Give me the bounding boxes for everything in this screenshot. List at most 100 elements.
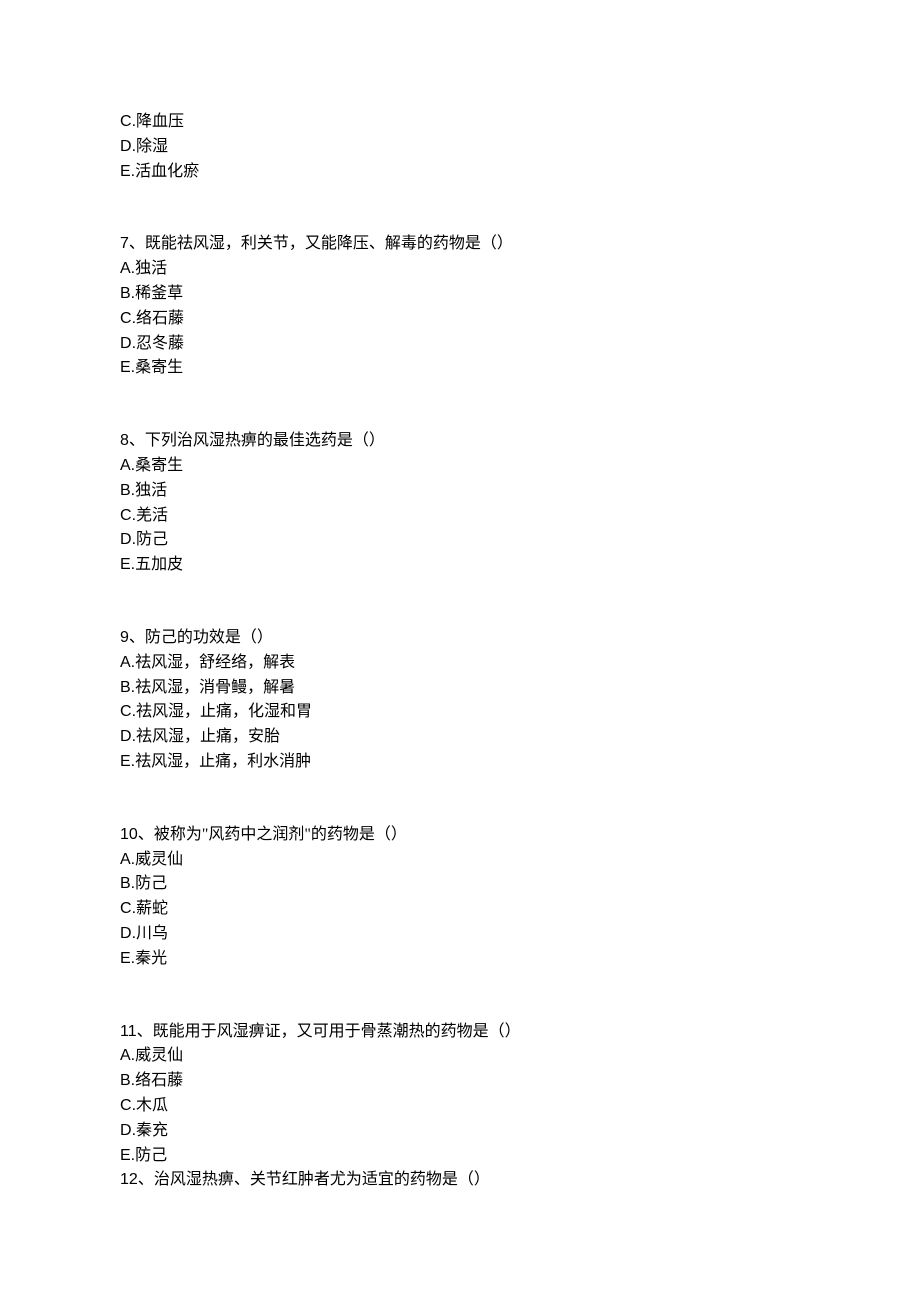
option-letter: D (120, 925, 132, 942)
option-text: 独活 (135, 482, 167, 499)
option-text: 祛风湿，舒经络，解表 (135, 654, 295, 671)
option: C.木瓜 (120, 1094, 920, 1119)
option-letter: E (120, 950, 131, 967)
option-text: 忍冬藤 (136, 335, 184, 352)
option-letter: C (120, 1097, 132, 1114)
option-letter: B (120, 679, 131, 696)
question-block: 7、既能祛风湿，利关节，又能降压、解毒的药物是（）A.独活B.稀釜草C.络石藤D… (120, 232, 920, 381)
separator: 、 (129, 235, 145, 252)
option-letter: C (120, 113, 132, 130)
option-letter: D (120, 335, 132, 352)
option: C.羌活 (120, 504, 920, 529)
question-text: 既能祛风湿，利关节，又能降压、解毒的药物是（） (145, 235, 513, 252)
option-letter: D (120, 531, 132, 548)
option-letter: A (120, 260, 131, 277)
option-letter: C (120, 703, 132, 720)
question-number: 8 (120, 432, 129, 449)
option-letter: A (120, 457, 131, 474)
option-text: 除湿 (136, 138, 168, 155)
option-text: 桑寄生 (135, 457, 183, 474)
option: B.防己 (120, 872, 920, 897)
option-letter: B (120, 875, 131, 892)
option-letter: E (120, 1147, 131, 1164)
option: D.忍冬藤 (120, 332, 920, 357)
question-number: 7 (120, 235, 129, 252)
option-letter: B (120, 285, 131, 302)
option-letter: E (120, 556, 131, 573)
option-text: 羌活 (136, 507, 168, 524)
option: D.川乌 (120, 922, 920, 947)
question-number: 10 (120, 826, 138, 843)
option-text: 防己 (135, 875, 167, 892)
option-letter: E (120, 753, 131, 770)
option-letter: E (120, 163, 131, 180)
option-text: 秦光 (135, 950, 167, 967)
questions-container: 7、既能祛风湿，利关节，又能降压、解毒的药物是（）A.独活B.稀釜草C.络石藤D… (120, 232, 920, 1168)
option: E.防己 (120, 1144, 920, 1169)
option-text: 祛风湿，消骨鳗，解暑 (135, 679, 295, 696)
question-stem: 12、治风湿热痹、关节红肿者尤为适宜的药物是（） (120, 1168, 920, 1193)
option: D.除湿 (120, 135, 920, 160)
option-text: 木瓜 (136, 1097, 168, 1114)
option-text: 威灵仙 (135, 851, 183, 868)
option: E.五加皮 (120, 553, 920, 578)
option: D.祛风湿，止痛，安胎 (120, 725, 920, 750)
option: D.秦充 (120, 1119, 920, 1144)
question-block: 8、下列治风湿热痹的最佳选药是（）A.桑寄生B.独活C.羌活D.防己E.五加皮 (120, 429, 920, 578)
option: B.络石藤 (120, 1069, 920, 1094)
option-text: 祛风湿，止痛，利水消肿 (135, 753, 311, 770)
option: C.祛风湿，止痛，化湿和胃 (120, 700, 920, 725)
question-text: 既能用于风湿痹证，又可用于骨蒸潮热的药物是（） (153, 1023, 521, 1040)
option-text: 络石藤 (136, 310, 184, 327)
option-letter: E (120, 359, 131, 376)
option-letter: A (120, 851, 131, 868)
option-letter: D (120, 1122, 132, 1139)
question-block: 9、防己的功效是（）A.祛风湿，舒经络，解表B.祛风湿，消骨鳗，解暑C.祛风湿，… (120, 626, 920, 775)
option: A.独活 (120, 257, 920, 282)
separator: 、 (137, 1023, 153, 1040)
option: C.薪蛇 (120, 897, 920, 922)
option: C.降血压 (120, 110, 920, 135)
question-block: 11、既能用于风湿痹证，又可用于骨蒸潮热的药物是（）A.威灵仙B.络石藤C.木瓜… (120, 1020, 920, 1169)
option-text: 威灵仙 (135, 1047, 183, 1064)
separator: 、 (138, 1171, 154, 1188)
option-text: 降血压 (136, 113, 184, 130)
option-text: 稀釜草 (135, 285, 183, 302)
option-letter: A (120, 654, 131, 671)
question-stem: 9、防己的功效是（） (120, 626, 920, 651)
option-letter: C (120, 310, 132, 327)
option-text: 祛风湿，止痛，安胎 (136, 728, 280, 745)
option-text: 防己 (136, 531, 168, 548)
question-stem: 7、既能祛风湿，利关节，又能降压、解毒的药物是（） (120, 232, 920, 257)
option: E.祛风湿，止痛，利水消肿 (120, 750, 920, 775)
option: E.秦光 (120, 947, 920, 972)
option: A.威灵仙 (120, 848, 920, 873)
option: C.络石藤 (120, 307, 920, 332)
question-number: 9 (120, 629, 129, 646)
option-text: 祛风湿，止痛，化湿和胃 (136, 703, 312, 720)
option-letter: C (120, 900, 132, 917)
option-text: 独活 (135, 260, 167, 277)
option: B.祛风湿，消骨鳗，解暑 (120, 676, 920, 701)
option: B.稀釜草 (120, 282, 920, 307)
option: A.威灵仙 (120, 1044, 920, 1069)
document-page: C.降血压D.除湿E.活血化瘀 7、既能祛风湿，利关节，又能降压、解毒的药物是（… (120, 110, 920, 1193)
question-number: 12 (120, 1171, 138, 1188)
option-letter: D (120, 138, 132, 155)
option: A.祛风湿，舒经络，解表 (120, 651, 920, 676)
option: E.活血化瘀 (120, 160, 920, 185)
question-stem: 11、既能用于风湿痹证，又可用于骨蒸潮热的药物是（） (120, 1020, 920, 1045)
option-text: 五加皮 (135, 556, 183, 573)
option-text: 防己 (135, 1147, 167, 1164)
option-letter: B (120, 1072, 131, 1089)
option-text: 薪蛇 (136, 900, 168, 917)
option: A.桑寄生 (120, 454, 920, 479)
separator: 、 (138, 826, 154, 843)
option-letter: B (120, 482, 131, 499)
question-block: C.降血压D.除湿E.活血化瘀 (120, 110, 920, 184)
question-text: 被称为"风药中之润剂"的药物是（） (154, 826, 407, 843)
question-stem: 8、下列治风湿热痹的最佳选药是（） (120, 429, 920, 454)
question-text: 下列治风湿热痹的最佳选药是（） (145, 432, 385, 449)
question-text: 防己的功效是（） (145, 629, 273, 646)
option-text: 川乌 (136, 925, 168, 942)
